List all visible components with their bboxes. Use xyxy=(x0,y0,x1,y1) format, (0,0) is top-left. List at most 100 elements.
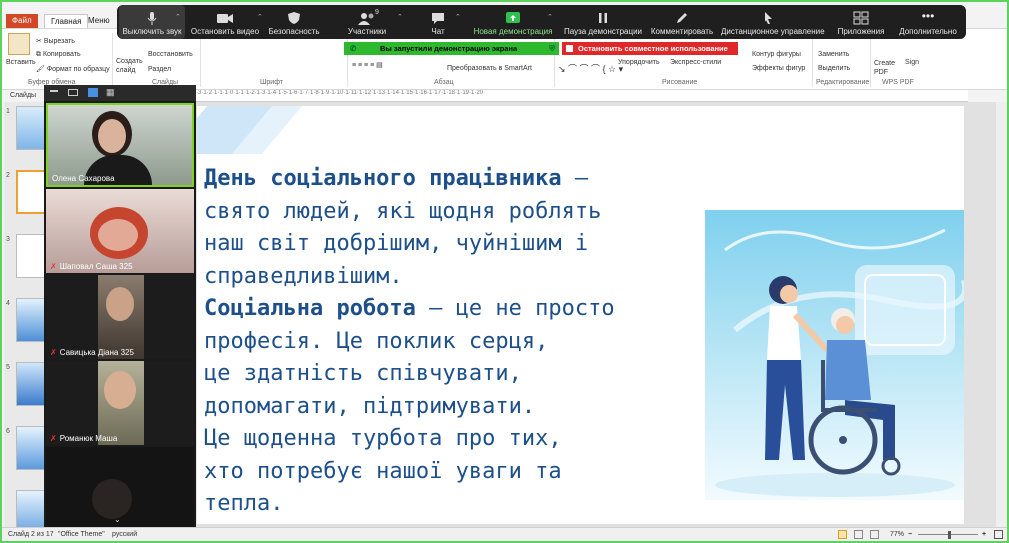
more-button[interactable]: ••• Дополнительно xyxy=(893,5,963,39)
tab-menu[interactable]: Меню xyxy=(82,14,116,28)
stop-video-button[interactable]: Остановить видео xyxy=(189,5,261,39)
zoom-slider-handle[interactable] xyxy=(948,531,951,539)
participants-count: 9 xyxy=(375,9,379,16)
annotate-button[interactable]: Комментировать xyxy=(647,5,717,39)
participant-name: ✗ Шаповал Саша 325 xyxy=(50,262,133,271)
participant-tile[interactable]: Олена Сахарова xyxy=(46,103,194,187)
vertical-scrollbar[interactable] xyxy=(996,102,1007,527)
cut-button[interactable]: ✂ Вырезать xyxy=(36,37,75,45)
zoom-toolbar: Выключить звук ⌃ Остановить видео ⌃ Безо… xyxy=(117,5,966,39)
slide-thumbnail[interactable] xyxy=(16,362,46,406)
horizontal-ruler: ·3·1·2·1·1·1·0·1·1·1·2·1·3·1·4·1·5·1·6·1… xyxy=(196,90,968,102)
convert-smartart-button[interactable]: Преобразовать в SmartArt xyxy=(447,65,532,72)
microphone-icon xyxy=(147,12,157,25)
speaker-view-icon[interactable] xyxy=(68,89,78,96)
participant-tile[interactable]: ✗ Романюк Маша xyxy=(46,361,194,445)
current-slide[interactable]: День соціального працівника — свято люде… xyxy=(197,106,964,524)
thumb-number: 4 xyxy=(6,300,10,307)
chevron-down-icon[interactable]: ⌃ xyxy=(257,13,263,21)
grid-view-icon[interactable]: ▦ xyxy=(106,88,115,97)
slide-thumbnail[interactable] xyxy=(16,426,46,470)
normal-view-icon[interactable] xyxy=(838,530,847,539)
format-painter-button[interactable]: 🖌 Формат по образцу xyxy=(36,65,110,73)
stop-share-button[interactable]: Остановить совместное использование xyxy=(562,42,738,55)
section-button[interactable]: Раздел xyxy=(148,66,171,73)
sign-button[interactable]: Sign xyxy=(905,59,919,66)
replace-button[interactable]: Заменить xyxy=(818,51,849,58)
chat-button[interactable]: Чат xyxy=(423,5,453,39)
group-editing-label: Редактирование xyxy=(816,79,870,86)
chevron-down-icon[interactable]: ⌃ xyxy=(397,13,403,21)
text-line: Соціальна робота — це не просто xyxy=(204,296,615,321)
fit-to-window-icon[interactable] xyxy=(994,530,1003,539)
paste-icon[interactable] xyxy=(8,33,30,55)
chevron-down-icon[interactable]: ⌃ xyxy=(175,13,181,21)
language-indicator[interactable]: русский xyxy=(112,528,137,541)
slide-thumbnail-current[interactable] xyxy=(16,170,46,214)
video-camera-icon xyxy=(217,14,233,23)
text-line: наш світ добрішим, чуйнішим і xyxy=(204,231,589,256)
thumb-number: 3 xyxy=(6,236,10,243)
slide-thumbnail[interactable] xyxy=(16,298,46,342)
new-share-button[interactable]: Новая демонстрация xyxy=(471,5,555,39)
shape-effects-button[interactable]: Эффекты фигур xyxy=(752,65,805,72)
slide-sorter-icon[interactable] xyxy=(854,530,863,539)
participants-button[interactable]: Участники xyxy=(343,5,391,39)
participant-tile[interactable]: ✗ Савицька Діана 325 xyxy=(46,275,194,359)
shield-icon xyxy=(288,12,300,24)
participant-video xyxy=(92,479,132,519)
zoom-out-icon[interactable]: − xyxy=(908,528,912,541)
text-line: хто потребує нашої уваги та xyxy=(204,458,562,484)
strip-view-icon[interactable] xyxy=(88,88,98,97)
participant-video xyxy=(106,287,134,321)
chevron-down-icon[interactable]: ⌃ xyxy=(547,13,553,21)
pause-share-button[interactable]: Пауза демонстрации xyxy=(561,5,645,39)
tab-file[interactable]: Файл xyxy=(6,14,38,28)
participant-name: ✗ Романюк Маша xyxy=(50,434,118,443)
slide-body-text[interactable]: День соціального працівника — свято люде… xyxy=(204,163,724,521)
restore-button[interactable]: Восстановить xyxy=(148,51,193,58)
slide-thumbnail[interactable] xyxy=(16,106,46,150)
mic-muted-icon: ✗ xyxy=(50,348,57,357)
align-icons[interactable]: ≡ ≡ ≡ ≡ ▤ xyxy=(352,61,383,69)
group-paragraph-label: Абзац xyxy=(434,79,454,86)
new-slide-button[interactable]: Создать слайд xyxy=(116,57,146,75)
text-line: професія. Це поклик серця, xyxy=(204,328,549,354)
zoom-level[interactable]: 77% xyxy=(890,528,904,541)
gallery-toolbar: ▦ xyxy=(44,85,196,101)
arrange-button[interactable]: Упорядочить xyxy=(618,59,660,66)
theme-name: "Office Theme" xyxy=(58,531,105,538)
select-button[interactable]: Выделить xyxy=(818,65,850,72)
create-pdf-button[interactable]: Create PDF xyxy=(874,59,900,77)
slide-thumbnail[interactable] xyxy=(16,234,46,278)
participant-tile[interactable]: ✗ Шаповал Саша 325 xyxy=(46,189,194,273)
brush-icon: 🖌 xyxy=(36,66,47,73)
app-window: Файл Главная Меню Вставить ✂ Вырезать ⧉ … xyxy=(2,2,1007,541)
copy-button[interactable]: ⧉ Копировать xyxy=(36,51,81,59)
text-line: День соціального працівника — xyxy=(204,166,589,191)
video-gallery: ▦ Олена Сахарова ✗ Шаповал Саша 325 ✗ Сави… xyxy=(44,85,196,531)
group-font-label: Шрифт xyxy=(260,79,284,86)
paste-button[interactable]: Вставить xyxy=(6,59,36,66)
zoom-in-icon[interactable]: + xyxy=(982,528,986,541)
text-line: тепла. xyxy=(204,491,284,516)
quick-styles-button[interactable]: Экспресс-стили xyxy=(670,59,721,66)
reading-view-icon[interactable] xyxy=(870,530,879,539)
remote-control-icon xyxy=(765,12,772,24)
text-line: допомагати, підтримувати. xyxy=(204,393,536,419)
shape-outline-button[interactable]: Контур фигуры xyxy=(752,51,801,58)
security-button[interactable]: Безопасность xyxy=(265,5,323,39)
remote-control-button[interactable]: Дистанционное управление xyxy=(721,5,825,39)
chevron-down-icon[interactable]: ⌃ xyxy=(455,13,461,21)
slide-subheading: Соціальна робота xyxy=(204,296,416,321)
mute-button[interactable]: Выключить звук xyxy=(119,5,185,39)
participant-video xyxy=(98,119,126,153)
thumb-number: 5 xyxy=(6,364,10,371)
group-divider xyxy=(812,33,813,87)
shapes-gallery[interactable]: ↘ ⌒ ⌒ ⌒ { ☆ ▾ xyxy=(558,62,623,75)
chevron-down-icon[interactable]: ⌄ xyxy=(114,515,121,524)
apps-button[interactable]: Приложения xyxy=(833,5,889,39)
text-line: справедливішим. xyxy=(204,263,403,289)
participant-name: ✗ Савицька Діана 325 xyxy=(50,348,134,357)
minimize-icon[interactable] xyxy=(50,90,58,92)
